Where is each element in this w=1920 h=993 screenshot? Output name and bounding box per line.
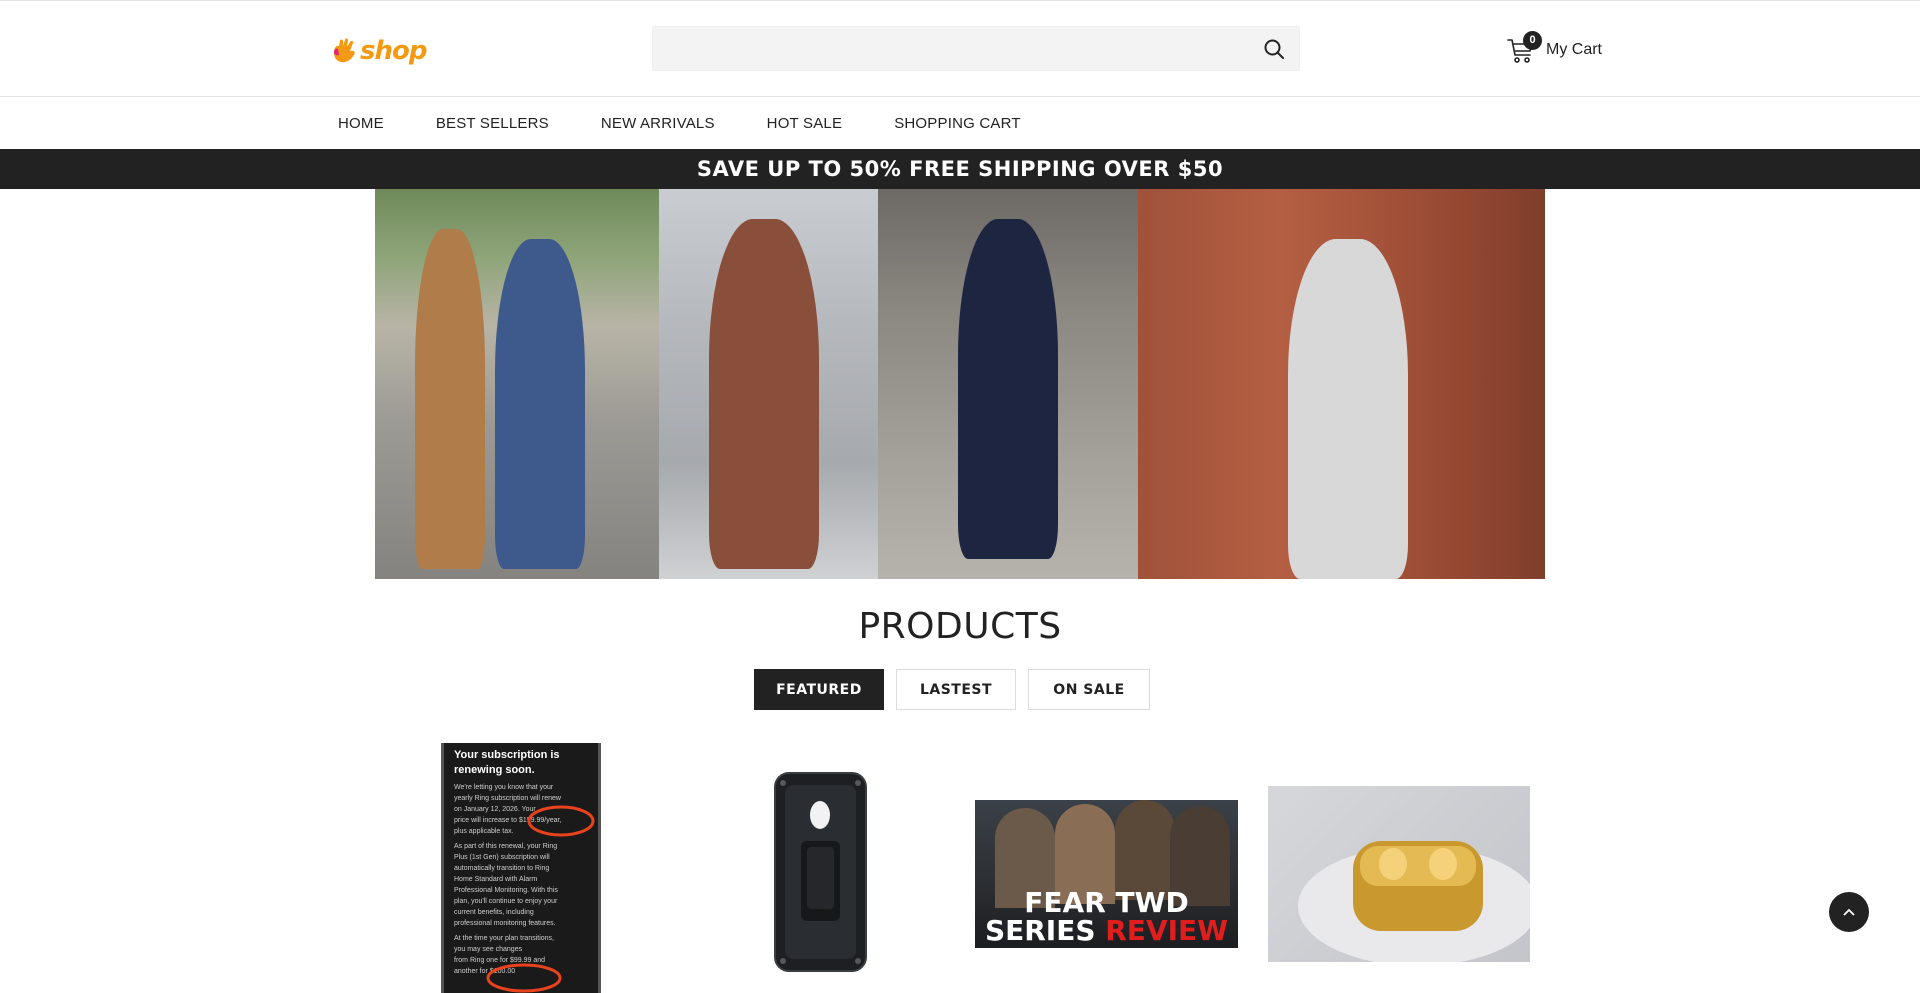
product-card-gold-airpods[interactable] xyxy=(1268,786,1530,962)
product-image-line: Plus (1st Gen) subscription will xyxy=(454,854,550,861)
hero-figure xyxy=(1288,239,1408,579)
poster-title-series: SERIES xyxy=(984,914,1106,947)
tab-featured[interactable]: FEATURED xyxy=(754,669,884,710)
product-image-line: plan, you'll continue to enjoy your xyxy=(454,898,558,905)
poster-title-line2: SERIES REVIEW xyxy=(975,914,1238,947)
hero-figure xyxy=(495,239,585,569)
nav-item-best-sellers[interactable]: BEST SELLERS xyxy=(436,115,549,132)
cart-button[interactable]: 0 My Cart xyxy=(1506,31,1602,67)
site-header: shop 0 My Cart xyxy=(0,1,1920,97)
search-input[interactable] xyxy=(653,27,1243,70)
red-circle-annotation xyxy=(486,963,562,993)
main-nav: HOME BEST SELLERS NEW ARRIVALS HOT SALE … xyxy=(0,98,1920,149)
poster-figure xyxy=(1115,800,1175,900)
promo-banner: SAVE UP TO 50% FREE SHIPPING OVER $50 xyxy=(0,149,1920,189)
nav-item-shopping-cart[interactable]: SHOPPING CART xyxy=(894,115,1021,132)
hero-image-white-tee xyxy=(1138,189,1545,579)
product-card-fear-twd-review[interactable]: FEAR TWD SERIES REVIEW xyxy=(975,800,1238,948)
red-circle-annotation xyxy=(527,805,595,837)
product-tabs: FEATURED LASTEST ON SALE xyxy=(754,669,1150,710)
product-image-heading: Your subscription is renewing soon. xyxy=(454,749,560,776)
hero-figure xyxy=(415,229,485,569)
product-image-line: At the time your plan transitions, xyxy=(454,935,554,942)
hero-figure xyxy=(958,219,1058,559)
chevron-up-icon xyxy=(1843,908,1855,916)
product-image-line: automatically transition to Ring xyxy=(454,865,550,872)
search-icon[interactable] xyxy=(1263,38,1285,60)
nav-item-new-arrivals[interactable]: NEW ARRIVALS xyxy=(601,115,715,132)
product-image-line: As part of this renewal, your Ring xyxy=(454,843,558,850)
nav-item-home[interactable]: HOME xyxy=(338,115,384,132)
products-heading: PRODUCTS xyxy=(858,606,1062,647)
cart-icon-wrap: 0 xyxy=(1506,31,1542,65)
back-to-top-button[interactable] xyxy=(1829,892,1869,932)
hero-image-street-duo xyxy=(375,189,659,579)
hand-logo-icon xyxy=(334,38,355,63)
product-image-line: professional monitoring features. xyxy=(454,920,556,927)
cart-label: My Cart xyxy=(1546,41,1602,58)
cart-count-badge: 0 xyxy=(1523,31,1542,50)
phone-case-image xyxy=(774,772,867,972)
search-bar xyxy=(652,26,1300,71)
hero-image-plaid-poncho xyxy=(659,189,878,579)
tab-latest[interactable]: LASTEST xyxy=(896,669,1016,710)
product-image-line: Professional Monitoring. With this xyxy=(454,887,558,894)
product-image-line: Home Standard with Alarm xyxy=(454,876,538,883)
product-card-subscription-screenshot[interactable]: Your subscription is renewing soon. We'r… xyxy=(441,743,601,993)
hero-banner[interactable] xyxy=(375,189,1545,579)
site-logo[interactable]: shop xyxy=(330,34,427,68)
nav-item-hot-sale[interactable]: HOT SALE xyxy=(767,115,843,132)
logo-text: shop xyxy=(360,36,427,66)
tab-on-sale[interactable]: ON SALE xyxy=(1028,669,1150,710)
product-card-phone-case[interactable] xyxy=(771,771,870,973)
product-image-line: you may see changes xyxy=(454,946,523,953)
hero-figure xyxy=(709,219,819,569)
gold-airpods-image xyxy=(1298,841,1530,962)
product-image-line: current benefits, including xyxy=(454,909,534,916)
poster-title-review: REVIEW xyxy=(1105,914,1229,947)
hero-image-striped-tee xyxy=(878,189,1138,579)
product-image-line: We're letting you know that your xyxy=(454,784,554,791)
